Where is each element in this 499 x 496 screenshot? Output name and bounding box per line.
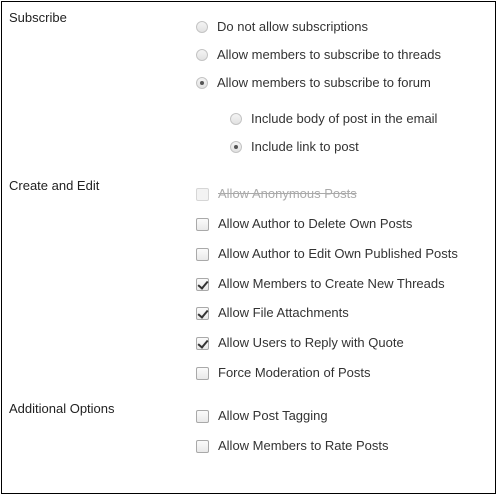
checkbox-label: Allow Author to Delete Own Posts (218, 216, 413, 231)
checkbox (196, 187, 209, 201)
radio-label: Include link to post (251, 139, 359, 154)
radio-label: Do not allow subscriptions (217, 19, 369, 34)
checkbox-label: Allow Users to Reply with Quote (218, 335, 404, 350)
radio-button[interactable] (196, 21, 208, 33)
checkbox-label: Allow Post Tagging (218, 408, 328, 423)
checkbox-label: Allow Anonymous Posts (218, 186, 357, 201)
checkbox[interactable] (196, 439, 209, 453)
checkbox-label: Allow Members to Create New Threads (218, 276, 445, 291)
checkbox-delete-own-posts[interactable]: Allow Author to Delete Own Posts (196, 215, 412, 233)
checkbox-rate-posts[interactable]: Allow Members to Rate Posts (196, 437, 389, 455)
radio-subscribe-threads[interactable]: Allow members to subscribe to threads (196, 46, 441, 64)
checkbox-label: Allow File Attachments (218, 305, 349, 320)
checkbox-checked[interactable] (196, 277, 209, 291)
radio-subscribe-forum[interactable]: Allow members to subscribe to forum (196, 74, 431, 92)
radio-button[interactable] (230, 113, 242, 125)
checkbox-label: Allow Members to Rate Posts (218, 438, 389, 453)
radio-label: Allow members to subscribe to threads (217, 47, 441, 62)
subscribe-section-label: Subscribe (9, 10, 67, 25)
radio-button-selected[interactable] (230, 141, 242, 153)
checkbox-anonymous-posts: Allow Anonymous Posts (196, 185, 357, 203)
checkbox-checked[interactable] (196, 306, 209, 320)
checkbox-post-tagging[interactable]: Allow Post Tagging (196, 407, 328, 425)
radio-button[interactable] (196, 49, 208, 61)
checkbox-label: Allow Author to Edit Own Published Posts (218, 246, 458, 261)
radio-include-link[interactable]: Include link to post (230, 138, 359, 156)
radio-include-body[interactable]: Include body of post in the email (230, 110, 437, 128)
radio-label: Include body of post in the email (251, 111, 438, 126)
checkbox-create-threads[interactable]: Allow Members to Create New Threads (196, 275, 445, 293)
checkbox-file-attachments[interactable]: Allow File Attachments (196, 304, 349, 322)
radio-no-subscriptions[interactable]: Do not allow subscriptions (196, 18, 368, 36)
checkbox-edit-own-posts[interactable]: Allow Author to Edit Own Published Posts (196, 245, 458, 263)
checkbox[interactable] (196, 217, 209, 231)
checkbox[interactable] (196, 409, 209, 423)
radio-label: Allow members to subscribe to forum (217, 75, 431, 90)
checkbox-checked[interactable] (196, 336, 209, 350)
checkbox-force-moderation[interactable]: Force Moderation of Posts (196, 364, 370, 382)
checkbox-label: Force Moderation of Posts (218, 365, 371, 380)
checkbox-reply-with-quote[interactable]: Allow Users to Reply with Quote (196, 334, 404, 352)
additional-options-section-label: Additional Options (9, 401, 115, 416)
radio-button-selected[interactable] (196, 77, 208, 89)
create-edit-section-label: Create and Edit (9, 178, 100, 193)
checkbox[interactable] (196, 366, 209, 380)
checkbox[interactable] (196, 247, 209, 261)
